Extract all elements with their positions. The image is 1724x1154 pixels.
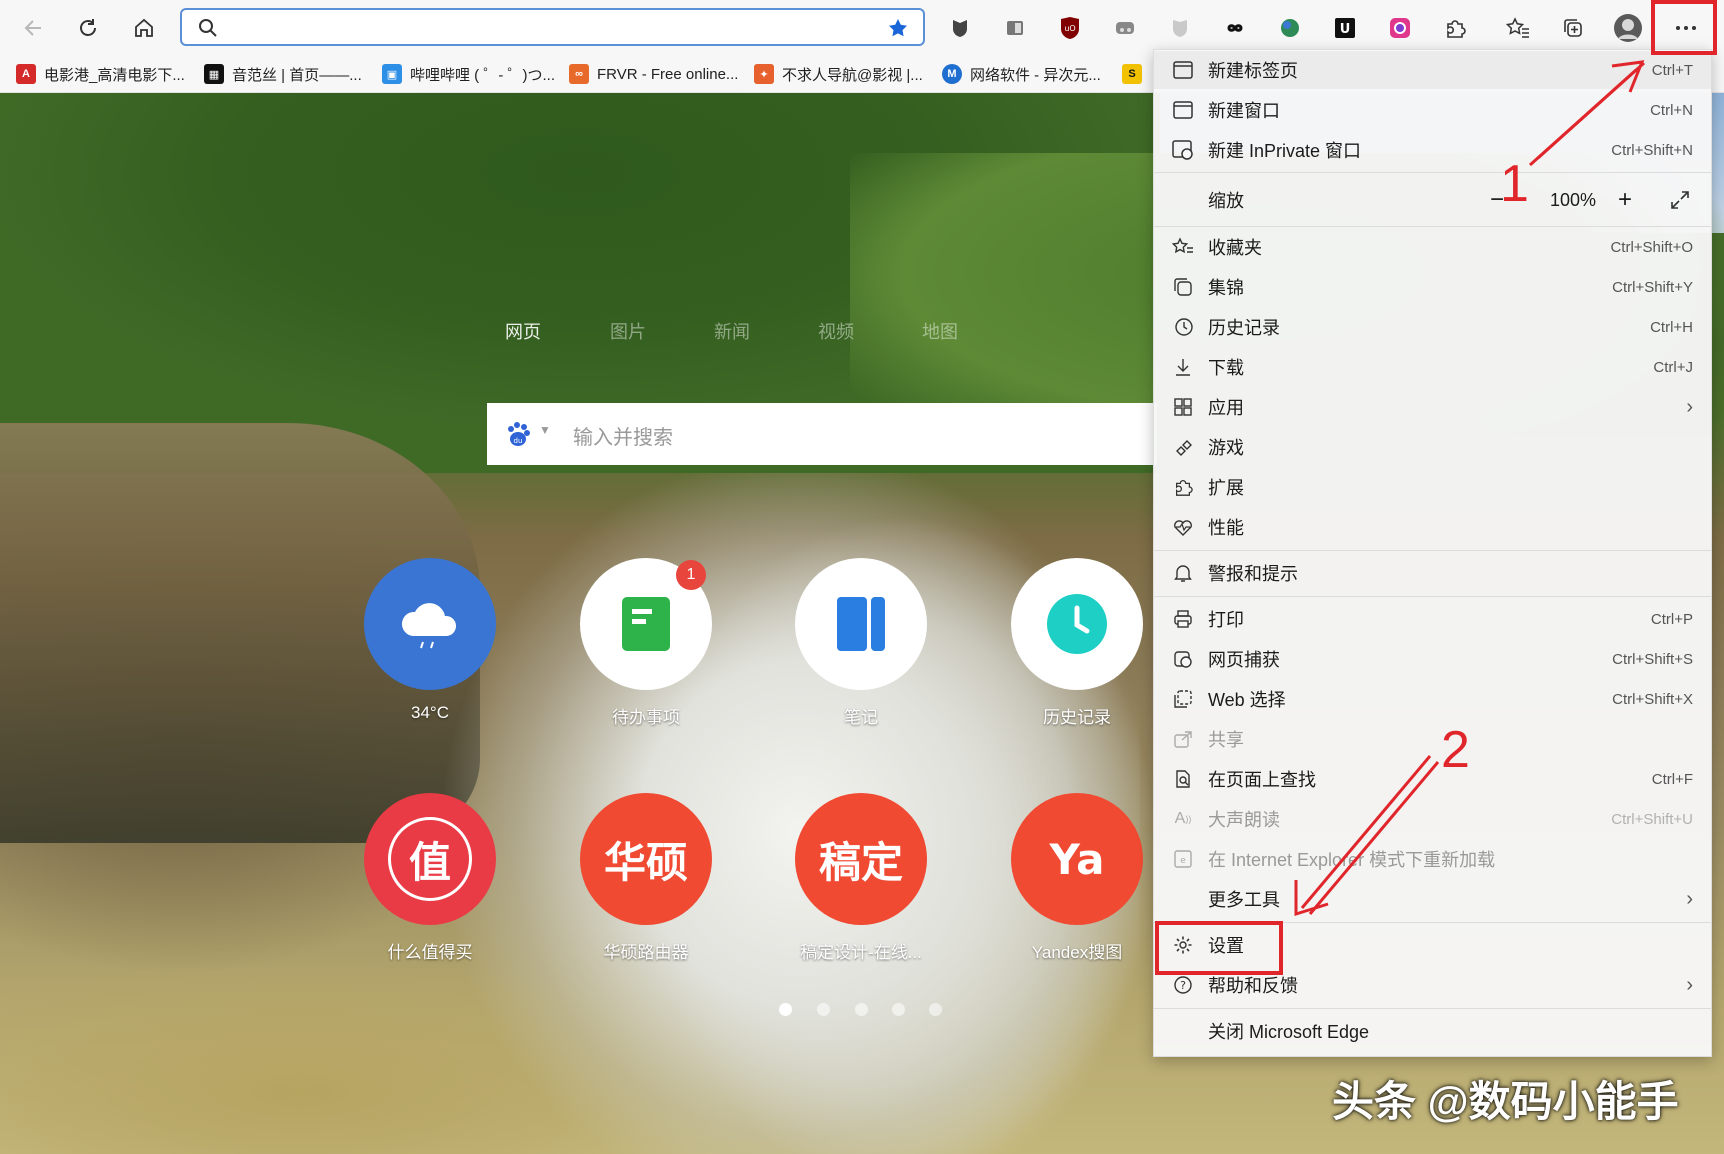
arrow-2-line <box>1300 755 1432 909</box>
annotation-step-1: 1 <box>1500 155 1529 213</box>
arrow-2-line-outer <box>1308 761 1440 915</box>
watermark-text: 头条 @数码小能手 <box>1332 1078 1679 1125</box>
arrow-1-line-outer <box>1536 61 1646 160</box>
annotation-arrows <box>1294 60 1646 917</box>
annotation-step-2: 2 <box>1441 721 1470 779</box>
